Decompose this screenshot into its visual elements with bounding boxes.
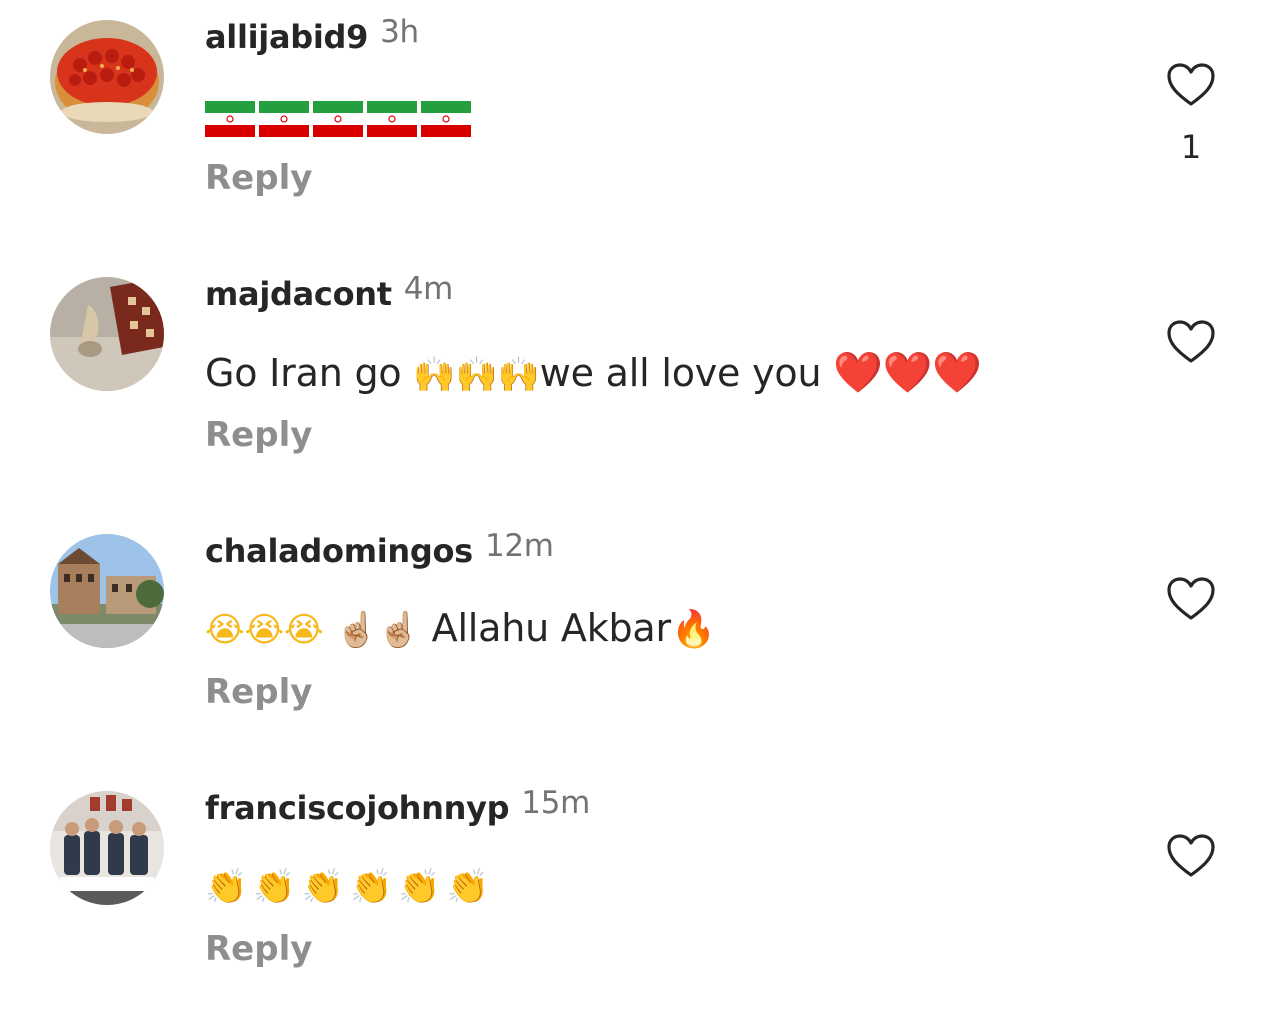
username-text: allijabid9 <box>205 18 369 56</box>
building-photo-icon <box>50 534 164 648</box>
comment-username[interactable]: majdacont 4m <box>205 271 453 313</box>
heart-icon[interactable] <box>1166 833 1216 879</box>
comment-item: allijabid9 3h 🇮🇷🇮🇷🇮🇷🇮🇷🇮🇷 Reply 1 <box>0 0 1280 240</box>
iran-flag-icon <box>205 100 255 137</box>
red-heart-emoji: ❤️❤️❤️ <box>833 350 983 396</box>
comment-time: 15m <box>521 785 591 821</box>
reply-button[interactable]: Reply <box>205 929 312 969</box>
comment-text: 😭😭😭 ☝🏼☝🏼 Allahu Akbar🔥 <box>205 606 716 650</box>
comment-text-main: Allahu Akbar <box>431 606 671 650</box>
avatar[interactable] <box>50 277 164 391</box>
avatar[interactable] <box>50 534 164 648</box>
username-text: chaladomingos <box>205 532 473 570</box>
comment-text-mid: we all love you <box>539 351 822 395</box>
iran-flag-icon <box>367 100 417 137</box>
reply-button[interactable]: Reply <box>205 158 312 198</box>
raised-hands-emoji: 🙌🙌🙌 <box>413 355 540 395</box>
comment-item: franciscojohnnyp 15m 👏👏👏👏👏👏 Reply <box>0 771 1280 1011</box>
comment-username[interactable]: chaladomingos 12m <box>205 528 554 570</box>
comment-text-prefix: Go Iran go <box>205 351 402 395</box>
clapping-hands-emoji: 👏👏👏👏👏👏 <box>205 867 496 907</box>
comment-text: 🇮🇷🇮🇷🇮🇷🇮🇷🇮🇷 <box>205 94 475 138</box>
fire-emoji: 🔥 <box>670 609 716 650</box>
iran-flag-icon <box>259 100 309 137</box>
strawberry-cake-icon <box>50 20 164 134</box>
comment-text: 👏👏👏👏👏👏 <box>205 863 495 907</box>
comment-username[interactable]: allijabid9 3h <box>205 14 419 56</box>
avatar[interactable] <box>50 20 164 134</box>
iran-flag-icon <box>313 100 363 137</box>
carpet-photo-icon <box>50 277 164 391</box>
comment-item: chaladomingos 12m 😭😭😭 ☝🏼☝🏼 Allahu Akbar🔥 … <box>0 514 1280 754</box>
comment-time: 12m <box>484 528 554 564</box>
heart-icon[interactable] <box>1166 576 1216 622</box>
comment-username[interactable]: franciscojohnnyp 15m <box>205 785 590 827</box>
pointing-up-emoji: ☝🏼☝🏼 <box>335 610 420 650</box>
username-text: franciscojohnnyp <box>205 789 510 827</box>
comment-time: 4m <box>403 271 454 307</box>
reply-button[interactable]: Reply <box>205 672 312 712</box>
reply-button[interactable]: Reply <box>205 415 312 455</box>
crying-face-emoji: 😭😭😭 <box>205 610 324 650</box>
heart-icon[interactable] <box>1166 62 1216 108</box>
comment-time: 3h <box>380 14 419 50</box>
heart-icon[interactable] <box>1166 319 1216 365</box>
comment-item: majdacont 4m Go Iran go 🙌🙌🙌we all love yo… <box>0 257 1280 497</box>
comment-text: Go Iran go 🙌🙌🙌we all love you ❤️❤️❤️ <box>205 349 982 396</box>
username-text: majdacont <box>205 275 392 313</box>
avatar[interactable] <box>50 791 164 905</box>
iran-flag-icon <box>421 100 471 137</box>
like-count: 1 <box>1180 128 1202 166</box>
family-photo-icon <box>50 791 164 905</box>
